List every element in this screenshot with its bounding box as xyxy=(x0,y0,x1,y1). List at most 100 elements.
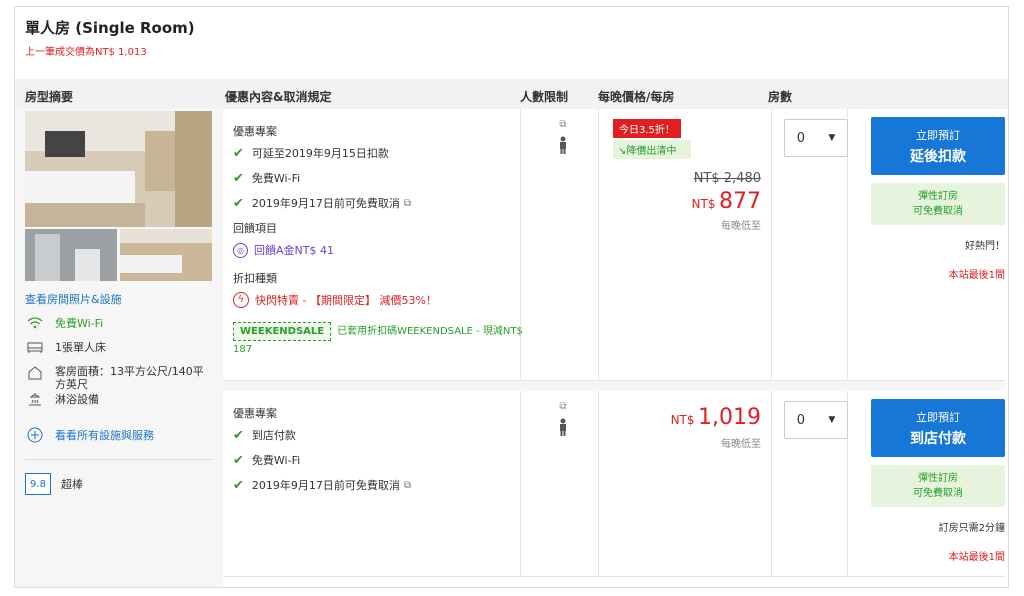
price-drop-badge: ↘降價出清中 xyxy=(613,140,691,159)
view-photos-link[interactable]: 查看房間照片&設施 xyxy=(25,291,122,307)
coupon-tag: WEEKENDSALE xyxy=(233,322,332,341)
per-night-label: 每晚低至 xyxy=(721,221,761,232)
original-price: NT$ 2,480 xyxy=(693,171,761,186)
flash-sale: ϟ 快閃特賣 - 【期間限定】 減價53%！ xyxy=(233,292,523,308)
offer-details: 優惠專案 ✔ 到店付款 ✔ 免費Wi-Fi ✔ 2019年9月17日前可免費取消 ⧉ xyxy=(233,405,523,502)
occupancy: ⧉ xyxy=(553,401,573,440)
lightning-icon: ϟ xyxy=(233,292,249,308)
book-button-line1: 立即預訂 xyxy=(916,128,960,142)
reward-heading: 回饋項目 xyxy=(233,222,277,235)
book-button-line2: 到店付款 xyxy=(910,430,966,447)
list-item: ✔ 可延至2019年9月15日扣款 xyxy=(233,145,523,161)
reward-item: ◎ 回饋A金NT$ 41 xyxy=(233,242,523,258)
per-night-label: 每晚低至 xyxy=(721,439,761,450)
facility-bath-label: 淋浴設備 xyxy=(55,393,99,406)
offer-details: 優惠專案 ✔ 可延至2019年9月15日扣款 ✔ 免費Wi-Fi ✔ 2019年9月1… xyxy=(233,123,523,358)
last-price-note: 上一筆成交價為NT$ 1,013 xyxy=(25,47,147,58)
col-rooms: 房數 xyxy=(768,90,793,104)
booking-time-note: 訂房只需2分鐘 xyxy=(938,523,1005,534)
book-button-line1: 立即預訂 xyxy=(916,410,960,424)
facility-bed: 1張單人床 xyxy=(25,339,106,355)
all-facilities-link[interactable]: 看看所有設施與服務 xyxy=(25,427,154,443)
check-icon: ✔ xyxy=(233,427,244,443)
facility-area-label: 客房面積：13平方公尺/140平方英尺 xyxy=(55,365,204,391)
row-gap xyxy=(223,381,1005,391)
item-label: 可延至2019年9月15日扣款 xyxy=(251,147,389,160)
popular-note: 好熱門！ xyxy=(965,241,1005,252)
list-item: ✔ 到店付款 xyxy=(233,427,523,443)
qty-value: 0 xyxy=(796,130,805,146)
col-occupancy: 人數限制 xyxy=(520,90,569,104)
room-photo-bathroom[interactable] xyxy=(25,229,117,281)
check-icon: ✔ xyxy=(233,170,244,186)
book-button[interactable]: 立即預訂 到店付款 xyxy=(871,399,1005,457)
booking-cell: 立即預訂 延後扣款 彈性訂房 可免費取消 好熱門！ 本站最後1間 xyxy=(871,117,1005,281)
discount-badge: 今日3.5折！ xyxy=(613,119,681,138)
price-cell: NT$ 1,019 每晚低至 xyxy=(613,401,771,481)
caret-down-icon: ▼ xyxy=(828,133,836,143)
facility-bath: 淋浴設備 xyxy=(25,391,99,407)
room-qty-select[interactable]: 0 ▼ xyxy=(784,119,848,157)
wifi-icon xyxy=(25,315,45,331)
check-icon: ✔ xyxy=(233,452,244,468)
discount-heading: 折扣種類 xyxy=(233,272,277,285)
reward-label: 回饋A金NT$ 41 xyxy=(254,244,334,257)
col-summary: 房型摘要 xyxy=(25,90,74,104)
coupon-applied: WEEKENDSALE 已套用折扣碼WEEKENDSALE - 現減NT$ 187 xyxy=(233,322,523,358)
check-icon: ✔ xyxy=(233,477,244,493)
list-item: ✔ 2019年9月17日前可免費取消 ⧉ xyxy=(233,195,523,211)
col-price: 每晚價格/每房 xyxy=(598,90,675,104)
item-label: 2019年9月17日前可免費取消 xyxy=(251,479,400,492)
check-icon: ✔ xyxy=(233,195,244,211)
divider xyxy=(771,391,772,576)
room-summary: 查看房間照片&設施 免費Wi-Fi 1張單人床 客房面積：13平方公尺/140平… xyxy=(15,109,223,587)
person-icon xyxy=(553,418,573,440)
divider xyxy=(25,459,213,460)
item-label: 免費Wi-Fi xyxy=(251,172,301,185)
room-photo-bed[interactable] xyxy=(120,229,212,281)
current-price: NT$ 1,019 xyxy=(671,405,761,430)
shower-icon xyxy=(25,391,45,407)
copy-icon[interactable]: ⧉ xyxy=(404,480,411,491)
item-label: 2019年9月17日前可免費取消 xyxy=(251,197,400,210)
book-button[interactable]: 立即預訂 延後扣款 xyxy=(871,117,1005,175)
check-icon: ✔ xyxy=(233,145,244,161)
flexible-booking-badge: 彈性訂房 可免費取消 xyxy=(871,183,1005,225)
copy-icon[interactable]: ⧉ xyxy=(404,198,411,209)
currency: NT$ xyxy=(670,413,695,427)
list-item: ✔ 2019年9月17日前可免費取消 ⧉ xyxy=(233,477,523,493)
copy-icon[interactable]: ⧉ xyxy=(553,119,573,130)
list-item: ✔ 免費Wi-Fi xyxy=(233,170,523,186)
room-qty-select[interactable]: 0 ▼ xyxy=(784,401,848,439)
book-button-line2: 延後扣款 xyxy=(910,148,966,165)
table-header: 房型摘要 優惠內容&取消規定 人數限制 每晚價格/每房 房數 xyxy=(15,79,1008,109)
score-badge: 9.8 xyxy=(25,473,51,495)
facility-bed-label: 1張單人床 xyxy=(55,341,106,354)
all-facilities-label: 看看所有設施與服務 xyxy=(55,429,154,442)
divider xyxy=(771,109,772,380)
price-cell: 今日3.5折！ ↘降價出清中 NT$ 2,480 NT$ 877 每晚低至 xyxy=(613,119,771,269)
divider xyxy=(598,391,599,576)
caret-down-icon: ▼ xyxy=(828,415,836,425)
occupancy: ⧉ xyxy=(553,119,573,158)
item-label: 免費Wi-Fi xyxy=(251,454,301,467)
flexible-booking-badge: 彈性訂房 可免費取消 xyxy=(871,465,1005,507)
offer-heading: 優惠專案 xyxy=(233,407,277,420)
room-photo-main[interactable] xyxy=(25,111,212,227)
room-title: 單人房 (Single Room) xyxy=(25,19,195,37)
flex-line2: 可免費取消 xyxy=(913,488,963,499)
flex-line1: 彈性訂房 xyxy=(918,473,958,484)
flex-line1: 彈性訂房 xyxy=(918,191,958,202)
copy-icon[interactable]: ⧉ xyxy=(553,401,573,412)
bed-icon xyxy=(25,339,45,355)
list-item: ✔ 免費Wi-Fi xyxy=(233,452,523,468)
facility-wifi: 免費Wi-Fi xyxy=(25,315,103,331)
currency: NT$ xyxy=(691,197,716,211)
price-amount: 877 xyxy=(719,189,761,214)
room-panel: 單人房 (Single Room) 上一筆成交價為NT$ 1,013 房型摘要 … xyxy=(14,6,1009,588)
last-room-note: 本站最後1間 xyxy=(948,270,1005,281)
qty-value: 0 xyxy=(796,412,805,428)
review-score: 9.8 超棒 xyxy=(25,473,83,495)
plus-circle-icon xyxy=(25,427,45,443)
home-icon xyxy=(25,365,45,381)
